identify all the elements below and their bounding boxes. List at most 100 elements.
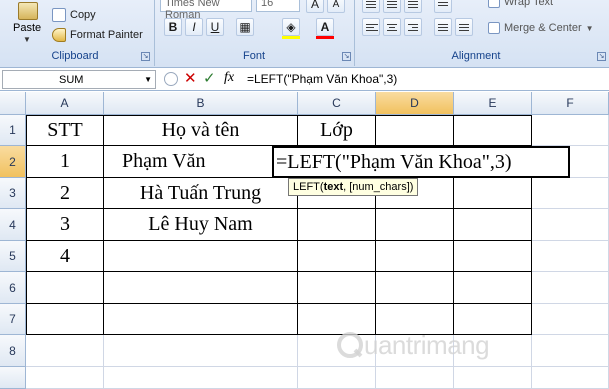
formula-input[interactable]: =LEFT("Phạm Văn Khoa",3) bbox=[247, 70, 609, 89]
fill-color-icon[interactable]: ◈ bbox=[282, 18, 300, 36]
cell-f3[interactable] bbox=[532, 178, 609, 209]
ribbon: Paste ▼ Copy Format Painter Clipboard ↘ … bbox=[0, 0, 609, 68]
cell-b2[interactable]: Phạm Văn bbox=[104, 146, 298, 178]
font-size-box[interactable]: 16 bbox=[256, 0, 300, 12]
cell-b5[interactable] bbox=[104, 241, 298, 272]
increase-indent-icon[interactable] bbox=[455, 18, 473, 36]
select-all-corner[interactable] bbox=[0, 92, 26, 115]
cell-f1[interactable] bbox=[532, 115, 609, 146]
row-header-2[interactable]: 2 bbox=[0, 146, 26, 178]
merge-center-button[interactable]: Merge & Center ▼ bbox=[488, 22, 594, 34]
cancel-icon[interactable]: ✕ bbox=[184, 69, 197, 87]
cell-d5[interactable] bbox=[376, 241, 454, 272]
cell-b8[interactable] bbox=[104, 335, 298, 367]
cell-b7[interactable] bbox=[104, 304, 298, 335]
cell-f4[interactable] bbox=[532, 209, 609, 241]
row-header-9[interactable] bbox=[0, 367, 26, 389]
font-group-label: Font bbox=[242, 50, 265, 62]
row-header-5[interactable]: 5 bbox=[0, 241, 26, 272]
column-header-d[interactable]: D bbox=[376, 92, 454, 115]
cell-a4[interactable]: 3 bbox=[26, 209, 104, 241]
copy-button[interactable]: Copy bbox=[52, 8, 96, 22]
row-header-4[interactable]: 4 bbox=[0, 209, 26, 241]
cell-e9[interactable] bbox=[454, 367, 532, 389]
row-header-6[interactable]: 6 bbox=[0, 272, 26, 304]
column-header-c[interactable]: C bbox=[298, 92, 376, 115]
cell-b9[interactable] bbox=[104, 367, 298, 389]
cell-d6[interactable] bbox=[376, 272, 454, 304]
column-header-e[interactable]: E bbox=[454, 92, 532, 115]
insert-function-icon[interactable]: fx bbox=[224, 70, 234, 86]
cell-e1[interactable] bbox=[454, 115, 532, 146]
row-header-7[interactable]: 7 bbox=[0, 304, 26, 335]
align-bottom-icon[interactable] bbox=[404, 0, 422, 13]
font-name-box[interactable]: Times New Roman bbox=[160, 0, 252, 21]
align-top-icon[interactable] bbox=[362, 0, 380, 13]
cell-f8[interactable] bbox=[532, 335, 609, 367]
align-right-icon[interactable] bbox=[404, 18, 422, 36]
cell-a9[interactable] bbox=[26, 367, 104, 389]
cell-c5[interactable] bbox=[298, 241, 376, 272]
cell-f7[interactable] bbox=[532, 304, 609, 335]
cell-d9[interactable] bbox=[376, 367, 454, 389]
active-cell-editor[interactable]: =LEFT("Phạm Văn Khoa",3) bbox=[272, 146, 570, 178]
cell-e5[interactable] bbox=[454, 241, 532, 272]
cell-c1[interactable]: Lớp bbox=[298, 115, 376, 146]
paste-button[interactable]: Paste ▼ bbox=[8, 2, 48, 48]
cell-a1[interactable]: STT bbox=[26, 115, 104, 146]
font-color-icon[interactable]: A bbox=[316, 18, 334, 36]
align-center-icon[interactable] bbox=[383, 18, 401, 36]
cell-f6[interactable] bbox=[532, 272, 609, 304]
cell-b6[interactable] bbox=[104, 272, 298, 304]
wrap-text-button[interactable]: Wrap Text bbox=[488, 0, 553, 8]
grow-font-button[interactable]: A bbox=[306, 0, 324, 13]
column-header-a[interactable]: A bbox=[26, 92, 104, 115]
cell-b4[interactable]: Lê Huy Nam bbox=[104, 209, 298, 241]
bold-button[interactable]: B bbox=[164, 18, 182, 36]
cell-a8[interactable] bbox=[26, 335, 104, 367]
cell-e6[interactable] bbox=[454, 272, 532, 304]
column-header-f[interactable]: F bbox=[532, 92, 609, 115]
cell-d4[interactable] bbox=[376, 209, 454, 241]
row-header-1[interactable]: 1 bbox=[0, 115, 26, 146]
cell-a3[interactable]: 2 bbox=[26, 178, 104, 209]
options-icon[interactable] bbox=[164, 72, 178, 86]
cell-a2[interactable]: 1 bbox=[26, 146, 104, 178]
align-middle-icon[interactable] bbox=[383, 0, 401, 13]
fill-color-swatch bbox=[282, 36, 300, 39]
cell-a7[interactable] bbox=[26, 304, 104, 335]
cell-b1[interactable]: Họ và tên bbox=[104, 115, 298, 146]
cell-c4[interactable] bbox=[298, 209, 376, 241]
borders-icon[interactable]: ▦ bbox=[236, 18, 254, 36]
shrink-font-button[interactable]: A bbox=[327, 0, 345, 13]
format-painter-label: Format Painter bbox=[70, 29, 143, 41]
cell-b3[interactable]: Hà Tuấn Trung bbox=[104, 178, 298, 209]
column-header-b[interactable]: B bbox=[104, 92, 298, 115]
cell-d1[interactable] bbox=[376, 115, 454, 146]
cell-e4[interactable] bbox=[454, 209, 532, 241]
row-header-8[interactable]: 8 bbox=[0, 335, 26, 367]
italic-button[interactable]: I bbox=[185, 18, 203, 36]
underline-button[interactable]: U bbox=[206, 18, 224, 36]
cell-c6[interactable] bbox=[298, 272, 376, 304]
format-painter-button[interactable]: Format Painter bbox=[52, 28, 143, 42]
cell-c9[interactable] bbox=[298, 367, 376, 389]
cell-a5[interactable]: 4 bbox=[26, 241, 104, 272]
name-box[interactable]: SUM ▼ bbox=[2, 70, 156, 89]
tooltip-arg-text[interactable]: text bbox=[324, 181, 344, 193]
cell-a6[interactable] bbox=[26, 272, 104, 304]
cell-f5[interactable] bbox=[532, 241, 609, 272]
cell-e3[interactable] bbox=[454, 178, 532, 209]
decrease-indent-icon[interactable] bbox=[434, 18, 452, 36]
chevron-down-icon[interactable]: ▼ bbox=[144, 75, 152, 84]
cell-f9[interactable] bbox=[532, 367, 609, 389]
orientation-icon[interactable] bbox=[434, 0, 452, 13]
copy-label: Copy bbox=[70, 9, 96, 21]
alignment-launcher-icon[interactable]: ↘ bbox=[597, 52, 606, 61]
font-launcher-icon[interactable]: ↘ bbox=[342, 52, 351, 61]
chevron-down-icon: ▼ bbox=[585, 23, 594, 33]
clipboard-launcher-icon[interactable]: ↘ bbox=[141, 52, 150, 61]
enter-icon[interactable]: ✓ bbox=[203, 69, 216, 87]
align-left-icon[interactable] bbox=[362, 18, 380, 36]
row-header-3[interactable]: 3 bbox=[0, 178, 26, 209]
